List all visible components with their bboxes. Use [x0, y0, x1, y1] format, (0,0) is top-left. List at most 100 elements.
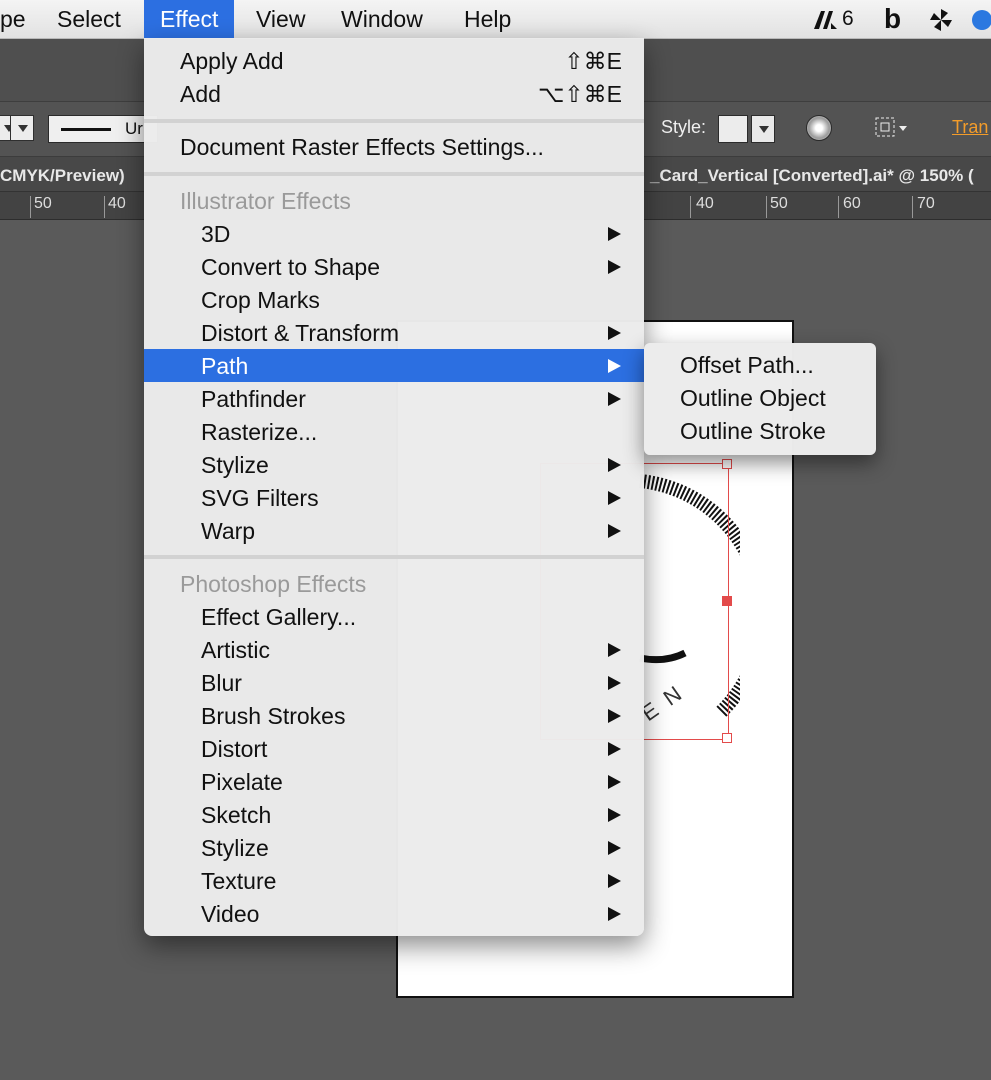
- submenu-arrow-icon: [608, 458, 621, 472]
- menu-item-stylize[interactable]: Stylize: [144, 831, 644, 864]
- menu-view[interactable]: View: [256, 0, 305, 38]
- menu-item-label: Apply Add: [180, 48, 284, 74]
- menu-item-label: Video: [201, 901, 260, 927]
- menu-item-label: Warp: [201, 518, 256, 544]
- stroke-profile-dropdown[interactable]: Ur: [48, 115, 158, 143]
- path-submenu: Offset Path... Outline Object Outline St…: [644, 343, 876, 455]
- submenu-arrow-icon: [608, 227, 621, 241]
- menu-item-label: Document Raster Effects Settings...: [180, 134, 544, 160]
- menu-item-label: Pixelate: [201, 769, 283, 795]
- adobe-count: 6: [842, 7, 854, 30]
- ruler-label: 50: [34, 195, 52, 212]
- style-label: Style:: [661, 117, 707, 137]
- ruler-label: 60: [843, 195, 861, 212]
- menu-item-add[interactable]: Add ⌥⇧⌘E: [144, 77, 644, 110]
- menu-item-label: Stylize: [201, 835, 269, 861]
- submenu-arrow-icon: [608, 260, 621, 274]
- menu-item-label: Pathfinder: [201, 386, 306, 412]
- menu-item-label: Texture: [201, 868, 277, 894]
- b-app-icon[interactable]: b: [884, 0, 901, 38]
- menu-item-document-raster-settings[interactable]: Document Raster Effects Settings...: [144, 130, 644, 163]
- menu-item-sketch[interactable]: Sketch: [144, 798, 644, 831]
- menu-item-warp[interactable]: Warp: [144, 514, 644, 547]
- menu-item-label: Path: [201, 353, 249, 379]
- graphic-style-dropdown[interactable]: [751, 115, 775, 143]
- submenu-arrow-icon: [608, 676, 621, 690]
- menu-effect[interactable]: Effect: [144, 0, 235, 38]
- menu-separator: [144, 172, 644, 176]
- submenu-item-outline-object[interactable]: Outline Object: [680, 385, 826, 412]
- menu-item-label: Distort: [201, 736, 268, 762]
- menu-separator: [144, 119, 644, 123]
- menu-item-pathfinder[interactable]: Pathfinder: [144, 382, 644, 415]
- ruler-tick: [30, 196, 31, 218]
- menu-bar: pe Select Effect View Window Help 6 b: [0, 0, 991, 39]
- menu-item-convert-to-shape[interactable]: Convert to Shape: [144, 250, 644, 283]
- submenu-arrow-icon: [608, 775, 621, 789]
- align-to-selection-icon[interactable]: [874, 115, 914, 141]
- ruler-label: 50: [770, 195, 788, 212]
- submenu-arrow-icon: [608, 709, 621, 723]
- menu-separator: [144, 555, 644, 559]
- menu-window[interactable]: Window: [341, 0, 423, 38]
- menu-item-blur[interactable]: Blur: [144, 666, 644, 699]
- recolor-artwork-icon[interactable]: [806, 115, 832, 141]
- document-tab-active[interactable]: _Card_Vertical [Converted].ai* @ 150% (: [650, 166, 974, 186]
- menu-item-svg-filters[interactable]: SVG Filters: [144, 481, 644, 514]
- menu-item-effect-gallery[interactable]: Effect Gallery...: [144, 600, 644, 633]
- menu-item-apply-add[interactable]: Apply Add ⇧⌘E: [144, 44, 644, 77]
- selection-handle[interactable]: [722, 459, 732, 469]
- submenu-arrow-icon: [608, 808, 621, 822]
- ruler-tick: [104, 196, 105, 218]
- transform-link[interactable]: Tran: [952, 117, 988, 138]
- submenu-arrow-icon: [608, 326, 621, 340]
- menu-section-label: Photoshop Effects: [180, 571, 367, 597]
- submenu-arrow-icon: [608, 392, 621, 406]
- menu-item-texture[interactable]: Texture: [144, 864, 644, 897]
- ruler-tick: [690, 196, 691, 218]
- menu-item-3d[interactable]: 3D: [144, 217, 644, 250]
- menu-item-shortcut: ⌥⇧⌘E: [537, 81, 622, 107]
- menu-item-path[interactable]: Path: [144, 349, 644, 382]
- menu-item-rasterize[interactable]: Rasterize...: [144, 415, 644, 448]
- menu-item-label: SVG Filters: [201, 485, 319, 511]
- menu-item-label: Rasterize...: [201, 419, 318, 445]
- menu-item-label: Effect Gallery...: [201, 604, 357, 630]
- adobe-cc-icon[interactable]: [812, 0, 838, 38]
- menu-item-crop-marks[interactable]: Crop Marks: [144, 283, 644, 316]
- menu-item-label: Distort & Transform: [201, 320, 400, 346]
- menu-section-photoshop-effects: Photoshop Effects: [144, 567, 644, 600]
- menu-item-label: 3D: [201, 221, 231, 247]
- menu-section-illustrator-effects: Illustrator Effects: [144, 184, 644, 217]
- status-drop-icon[interactable]: [968, 0, 991, 38]
- menu-item-label: Add: [180, 81, 221, 107]
- menu-item-distort-transform[interactable]: Distort & Transform: [144, 316, 644, 349]
- menu-item-pixelate[interactable]: Pixelate: [144, 765, 644, 798]
- menu-item-distort[interactable]: Distort: [144, 732, 644, 765]
- menu-item-video[interactable]: Video: [144, 897, 644, 930]
- ruler-tick: [838, 196, 839, 218]
- submenu-arrow-icon: [608, 491, 621, 505]
- ruler-tick: [766, 196, 767, 218]
- menu-type[interactable]: pe: [0, 0, 30, 38]
- stroke-swatch-dropdown[interactable]: [10, 115, 34, 141]
- effect-menu: Apply Add ⇧⌘E Add ⌥⇧⌘E Document Raster E…: [144, 38, 644, 936]
- ruler-tick: [912, 196, 913, 218]
- submenu-arrow-icon: [608, 524, 621, 538]
- selection-handle[interactable]: [722, 733, 732, 743]
- selection-handle[interactable]: [722, 596, 732, 606]
- menu-item-label: Sketch: [201, 802, 272, 828]
- stroke-line-icon: [61, 128, 111, 131]
- menu-item-stylize[interactable]: Stylize: [144, 448, 644, 481]
- menu-help[interactable]: Help: [464, 0, 511, 38]
- document-tab-left[interactable]: CMYK/Preview): [0, 166, 125, 186]
- submenu-item-outline-stroke[interactable]: Outline Stroke: [680, 418, 826, 445]
- graphic-style-swatch[interactable]: [718, 115, 748, 143]
- menu-item-label: Crop Marks: [201, 287, 320, 313]
- submenu-item-offset-path[interactable]: Offset Path...: [680, 352, 814, 379]
- menu-item-artistic[interactable]: Artistic: [144, 633, 644, 666]
- menu-item-brush-strokes[interactable]: Brush Strokes: [144, 699, 644, 732]
- submenu-arrow-icon: [608, 841, 621, 855]
- menu-select[interactable]: Select: [57, 0, 121, 38]
- pinwheel-icon[interactable]: [928, 0, 954, 38]
